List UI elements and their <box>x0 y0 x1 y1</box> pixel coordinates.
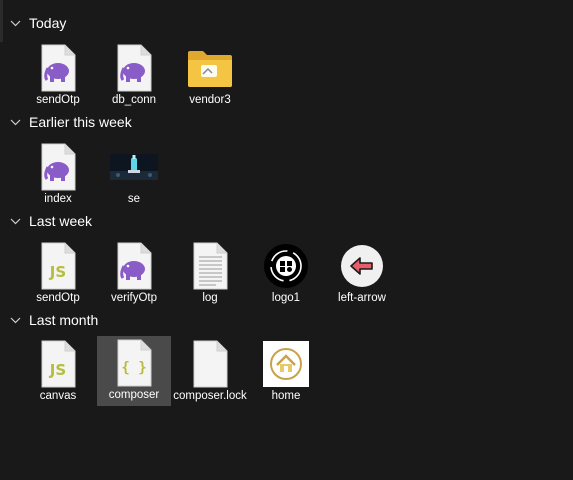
folder-icon <box>186 44 234 92</box>
home-image-icon <box>262 340 310 388</box>
file-name: composer <box>108 389 160 401</box>
group-header-last-week[interactable]: Last week <box>10 211 92 231</box>
folder-name: vendor3 <box>189 94 231 106</box>
logo-image-icon <box>262 242 310 290</box>
file-item[interactable]: log <box>173 239 247 309</box>
group-header-last-month[interactable]: Last month <box>10 310 98 330</box>
file-name: sendOtp <box>36 292 80 304</box>
file-name: log <box>202 292 218 304</box>
file-item[interactable]: JS canvas <box>21 337 95 407</box>
text-file-icon <box>186 242 234 290</box>
group-header-today[interactable]: Today <box>10 13 66 33</box>
blank-file-icon <box>186 340 234 388</box>
svg-text:JS: JS <box>49 361 66 379</box>
file-item[interactable]: verifyOtp <box>97 239 171 309</box>
chevron-down-icon <box>10 119 26 126</box>
php-file-icon <box>34 143 82 191</box>
file-item-selected[interactable]: { } composer <box>97 336 171 406</box>
folder-item[interactable]: vendor3 <box>173 41 247 111</box>
file-item[interactable]: composer.lock <box>173 337 247 419</box>
chevron-down-icon <box>10 218 26 225</box>
file-name: composer.lock <box>173 390 247 402</box>
file-name: se <box>127 193 141 205</box>
js-file-icon: JS <box>34 242 82 290</box>
group-title: Last week <box>29 213 93 229</box>
file-name: verifyOtp <box>110 292 157 304</box>
group-title: Earlier this week <box>29 114 132 130</box>
file-item[interactable]: sendOtp <box>21 41 95 111</box>
group-title: Last month <box>29 312 99 328</box>
file-name: canvas <box>39 390 77 402</box>
file-name: sendOtp <box>36 94 80 106</box>
file-item[interactable]: left-arrow <box>325 239 399 309</box>
chevron-down-icon <box>10 317 26 324</box>
file-item[interactable]: home <box>249 337 323 407</box>
file-name: left-arrow <box>338 292 386 304</box>
file-item[interactable]: db_conn <box>97 41 171 111</box>
php-file-icon <box>110 242 158 290</box>
file-item[interactable]: logo1 <box>249 239 323 309</box>
svg-text:JS: JS <box>49 263 66 281</box>
file-name: db_conn <box>111 94 157 106</box>
file-item[interactable]: JS sendOtp <box>21 239 95 309</box>
scroll-edge <box>0 0 3 42</box>
group-header-earlier-this-week[interactable]: Earlier this week <box>10 112 132 132</box>
file-item[interactable]: se <box>97 140 171 210</box>
svg-text:{ }: { } <box>121 360 146 376</box>
json-file-icon: { } <box>110 339 158 387</box>
file-name: logo1 <box>271 292 301 304</box>
image-thumbnail-icon <box>110 143 158 191</box>
php-file-icon <box>34 44 82 92</box>
file-item[interactable]: index <box>21 140 95 210</box>
file-name: index <box>44 193 72 205</box>
php-file-icon <box>110 44 158 92</box>
file-name: home <box>271 390 301 402</box>
js-file-icon: JS <box>34 340 82 388</box>
group-title: Today <box>29 15 67 31</box>
chevron-down-icon <box>10 20 26 27</box>
left-arrow-image-icon <box>338 242 386 290</box>
